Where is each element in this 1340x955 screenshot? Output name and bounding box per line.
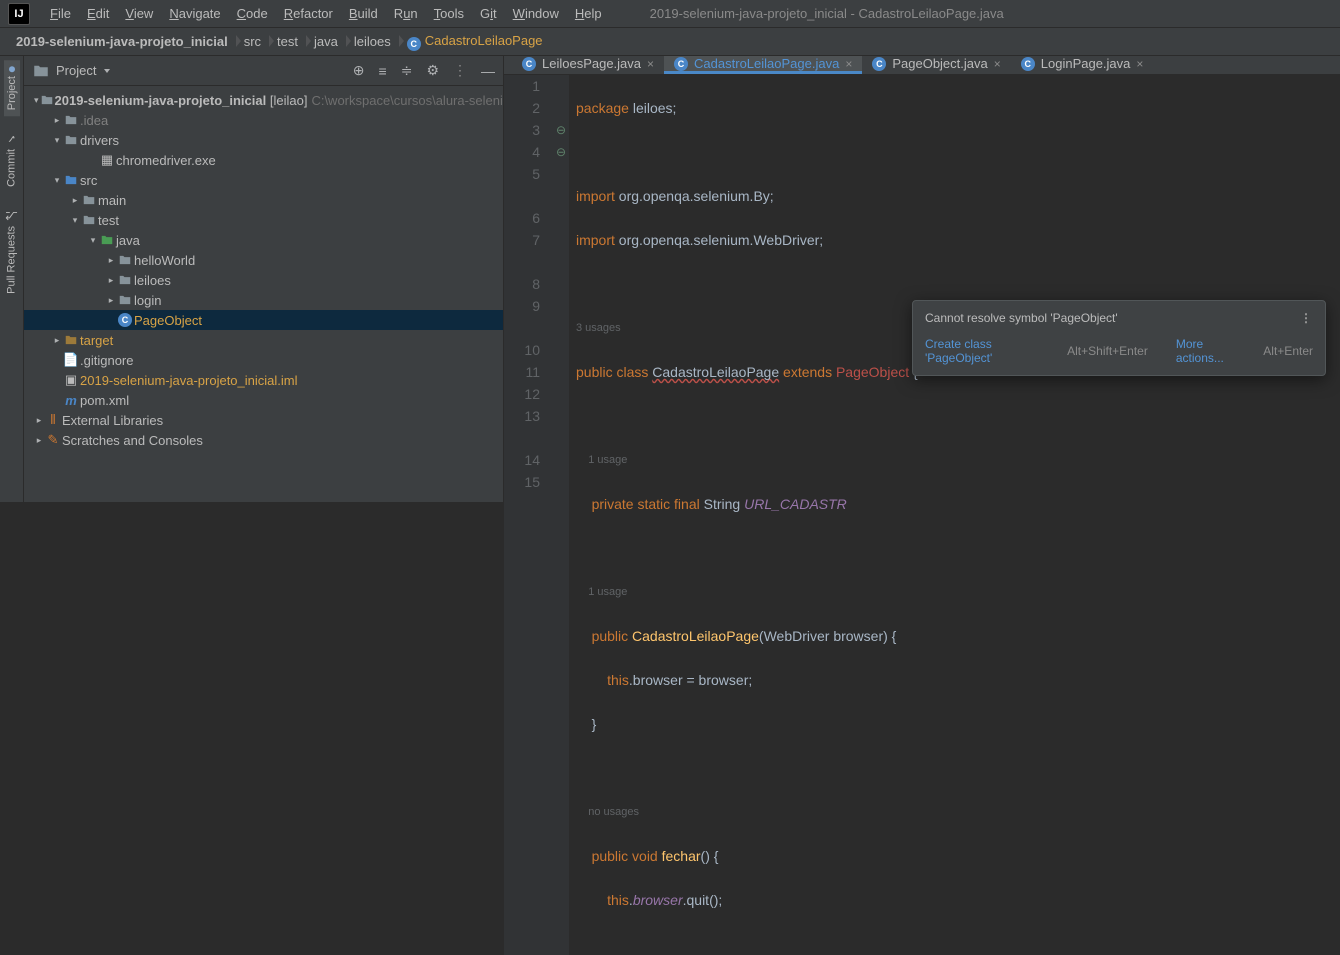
exe-file-icon: ▦ xyxy=(98,152,116,168)
error-tooltip: Cannot resolve symbol 'PageObject' ⋮ Cre… xyxy=(912,300,1326,376)
collapse-all-icon[interactable]: ≑ xyxy=(401,62,413,79)
tree-item-helloworld[interactable]: ▸helloWorld xyxy=(24,250,503,270)
project-panel-title[interactable]: Project xyxy=(56,63,96,78)
code-area[interactable]: 123456789101112131415 ⊖⊖ package leiloes… xyxy=(504,75,1340,955)
breadcrumb-root[interactable]: 2019-selenium-java-projeto_inicial xyxy=(10,32,238,51)
more-options-icon[interactable]: ⋮ xyxy=(1300,311,1313,325)
menu-navigate[interactable]: Navigate xyxy=(161,2,228,25)
project-view-icon xyxy=(32,62,50,80)
tree-item-pageobject[interactable]: ▸CPageObject xyxy=(24,310,503,330)
shortcut-label: Alt+Shift+Enter xyxy=(1067,344,1148,358)
tree-external-libraries[interactable]: ▸⦀External Libraries xyxy=(24,410,503,430)
settings-gear-icon[interactable]: ⚙ xyxy=(426,62,439,79)
breadcrumb-item[interactable]: src xyxy=(238,32,271,51)
tree-scratches[interactable]: ▸✎Scratches and Consoles xyxy=(24,430,503,450)
menu-edit[interactable]: Edit xyxy=(79,2,117,25)
class-icon: C xyxy=(674,57,688,71)
tree-item-src[interactable]: ▾src xyxy=(24,170,503,190)
class-icon: C xyxy=(1021,57,1035,71)
menu-run[interactable]: Run xyxy=(386,2,426,25)
breadcrumb-item[interactable]: test xyxy=(271,32,308,51)
shortcut-label: Alt+Enter xyxy=(1263,344,1313,358)
chevron-down-icon[interactable] xyxy=(104,69,110,73)
menu-view[interactable]: View xyxy=(117,2,161,25)
tree-item-chromedriver[interactable]: ▸▦chromedriver.exe xyxy=(24,150,503,170)
breadcrumb-item[interactable]: leiloes xyxy=(348,32,401,51)
project-icon xyxy=(9,66,15,72)
editor-tab[interactable]: CCadastroLeilaoPage.java× xyxy=(664,56,862,74)
select-opened-icon[interactable]: ⊕ xyxy=(353,62,365,79)
tooltip-create-class-link[interactable]: Create class 'PageObject' xyxy=(925,337,1053,365)
hide-panel-icon[interactable]: — xyxy=(481,63,495,79)
sidebar-tab-pull-requests[interactable]: Pull Requests⎇ xyxy=(3,203,20,300)
breadcrumb: 2019-selenium-java-projeto_inicial src t… xyxy=(0,28,1340,56)
editor-tab[interactable]: CPageObject.java× xyxy=(862,56,1010,74)
intellij-logo-icon: IJ xyxy=(8,3,30,25)
tree-item-idea[interactable]: ▸.idea xyxy=(24,110,503,130)
menu-git[interactable]: Git xyxy=(472,2,505,25)
menu-help[interactable]: Help xyxy=(567,2,610,25)
fold-gutter[interactable]: ⊖⊖ xyxy=(556,75,570,955)
breadcrumb-item[interactable]: java xyxy=(308,32,348,51)
tree-item-pom[interactable]: ▸mpom.xml xyxy=(24,390,503,410)
menu-bar: IJ File Edit View Navigate Code Refactor… xyxy=(0,0,1340,28)
scratches-icon: ✎ xyxy=(44,432,62,448)
maven-icon: m xyxy=(62,393,80,408)
pull-icon: ⎇ xyxy=(5,209,18,222)
class-icon: C xyxy=(872,57,886,71)
tooltip-message: Cannot resolve symbol 'PageObject' xyxy=(925,311,1118,325)
project-panel: Project ⊕ ≡ ≑ ⚙ ⋮ — ▾2019-selenium-java-… xyxy=(24,56,504,502)
sidebar-tab-project[interactable]: Project xyxy=(4,60,20,116)
menu-tools[interactable]: Tools xyxy=(426,2,472,25)
tree-item-drivers[interactable]: ▾drivers xyxy=(24,130,503,150)
code-content[interactable]: package leiloes; import org.openqa.selen… xyxy=(570,75,1340,955)
menu-window[interactable]: Window xyxy=(505,2,567,25)
menu-file[interactable]: File xyxy=(42,2,79,25)
close-tab-icon[interactable]: × xyxy=(1136,57,1143,71)
project-tree[interactable]: ▾2019-selenium-java-projeto_inicial [lei… xyxy=(24,86,503,502)
close-tab-icon[interactable]: × xyxy=(845,57,852,71)
menu-code[interactable]: Code xyxy=(229,2,276,25)
expand-all-icon[interactable]: ≡ xyxy=(379,63,387,79)
tree-item-target[interactable]: ▸target xyxy=(24,330,503,350)
tree-item-test[interactable]: ▾test xyxy=(24,210,503,230)
editor: CLeiloesPage.java× CCadastroLeilaoPage.j… xyxy=(504,56,1340,502)
class-icon: C xyxy=(522,57,536,71)
tree-root[interactable]: ▾2019-selenium-java-projeto_inicial [lei… xyxy=(24,90,503,110)
menu-refactor[interactable]: Refactor xyxy=(276,2,341,25)
tree-item-iml[interactable]: ▸▣2019-selenium-java-projeto_inicial.iml xyxy=(24,370,503,390)
line-number-gutter[interactable]: 123456789101112131415 xyxy=(504,75,556,955)
tooltip-more-actions-link[interactable]: More actions... xyxy=(1176,337,1249,365)
divider: ⋮ xyxy=(453,62,467,79)
menu-build[interactable]: Build xyxy=(341,2,386,25)
editor-tab[interactable]: CLoginPage.java× xyxy=(1011,56,1154,74)
editor-tabs: CLeiloesPage.java× CCadastroLeilaoPage.j… xyxy=(504,56,1340,75)
editor-tab[interactable]: CLeiloesPage.java× xyxy=(512,56,664,74)
library-icon: ⦀ xyxy=(44,412,62,428)
file-icon: 📄 xyxy=(62,352,80,368)
sidebar-tab-commit[interactable]: Commit✓ xyxy=(3,126,20,193)
tool-window-stripe: Project Commit✓ Pull Requests⎇ xyxy=(0,56,24,502)
tree-item-gitignore[interactable]: ▸📄.gitignore xyxy=(24,350,503,370)
tree-item-login[interactable]: ▸login xyxy=(24,290,503,310)
class-icon: C xyxy=(118,313,132,327)
tree-item-leiloes[interactable]: ▸leiloes xyxy=(24,270,503,290)
tree-item-java[interactable]: ▾java xyxy=(24,230,503,250)
iml-file-icon: ▣ xyxy=(62,372,80,388)
close-tab-icon[interactable]: × xyxy=(647,57,654,71)
commit-icon: ✓ xyxy=(5,132,18,145)
breadcrumb-current[interactable]: CCadastroLeilaoPage xyxy=(401,31,553,53)
close-tab-icon[interactable]: × xyxy=(994,57,1001,71)
project-panel-header: Project ⊕ ≡ ≑ ⚙ ⋮ — xyxy=(24,56,503,86)
class-icon: C xyxy=(407,37,421,51)
window-title: 2019-selenium-java-projeto_inicial - Cad… xyxy=(650,6,1004,21)
tree-item-main[interactable]: ▸main xyxy=(24,190,503,210)
